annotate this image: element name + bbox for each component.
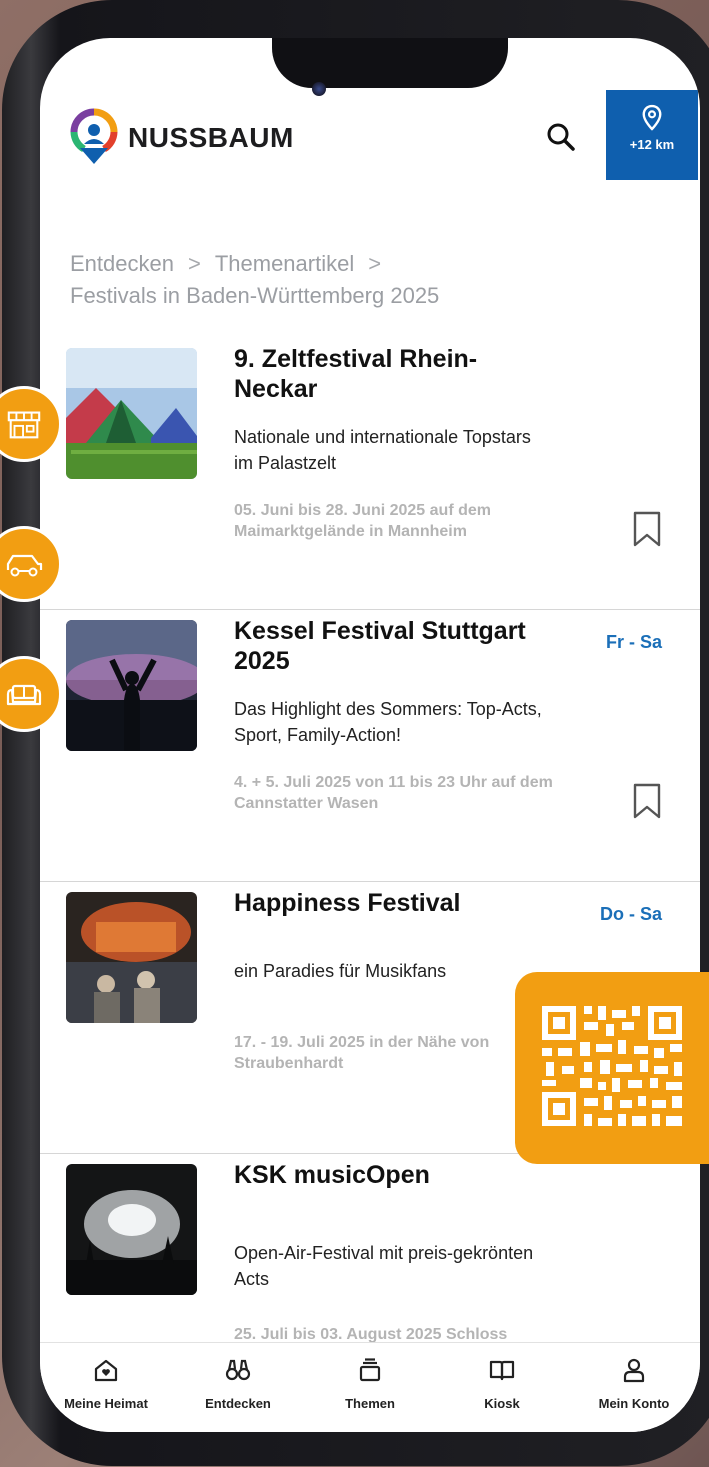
bookmark-button[interactable] xyxy=(632,510,662,548)
article-item[interactable]: Kessel Festival Stuttgart 2025 Fr - Sa D… xyxy=(40,610,700,882)
breadcrumb: Entdecken > Themenartikel > Festivals in Ba… xyxy=(70,248,630,312)
user-icon xyxy=(623,1358,645,1383)
article-description: Nationale und internationale Topstars im… xyxy=(234,427,531,473)
open-air-image xyxy=(66,1164,197,1295)
article-description: Das Highlight des Sommers: Top-Acts, Spo… xyxy=(234,699,542,745)
tab-label: Meine Heimat xyxy=(64,1396,148,1411)
tab-label: Mein Konto xyxy=(598,1396,670,1411)
tab-meine-heimat[interactable]: Meine Heimat xyxy=(40,1343,172,1432)
car-icon xyxy=(6,554,43,577)
article-description: Open-Air-Festival mit preis-gekrönten Ac… xyxy=(234,1243,534,1289)
article-title[interactable]: Kessel Festival Stuttgart 2025 xyxy=(234,616,534,676)
camera-lens xyxy=(312,82,326,96)
tab-themen[interactable]: Themen xyxy=(304,1343,436,1432)
article-list: 9. Zeltfestival Rhein-Neckar Nationale u… xyxy=(40,338,700,1425)
article-title[interactable]: KSK musicOpen xyxy=(234,1160,534,1190)
article-thumbnail[interactable] xyxy=(66,620,197,751)
tab-label: Kiosk xyxy=(484,1396,520,1411)
article-title[interactable]: 9. Zeltfestival Rhein-Neckar xyxy=(234,344,534,404)
location-radius-button[interactable]: +12 km xyxy=(606,90,698,180)
phone-frame: NUSSBAUM +12 km Entdecken > Themenartikel >… xyxy=(2,0,709,1466)
nussbaum-logo-icon xyxy=(70,108,118,164)
tent-image xyxy=(66,348,197,479)
breadcrumb-item-current: Festivals in Baden-Württemberg 2025 xyxy=(70,283,440,308)
phone-notch xyxy=(272,38,508,88)
breadcrumb-separator: > xyxy=(187,251,201,276)
binoculars-icon xyxy=(225,1359,251,1381)
article-meta: 05. Juni bis 28. Juni 2025 auf dem Maima… xyxy=(234,502,491,540)
breadcrumb-separator: > xyxy=(368,251,382,276)
article-thumbnail[interactable] xyxy=(66,348,197,479)
article-title[interactable]: Happiness Festival xyxy=(234,888,534,918)
article-meta: 4. + 5. Juli 2025 von 11 bis 23 Uhr auf … xyxy=(234,774,553,812)
brand-logo[interactable]: NUSSBAUM xyxy=(70,108,294,168)
article-description: ein Paradies für Musikfans xyxy=(234,961,447,981)
sofa-icon xyxy=(6,684,42,706)
tab-entdecken[interactable]: Entdecken xyxy=(172,1343,304,1432)
bookmark-icon xyxy=(633,511,661,547)
brand-name: NUSSBAUM xyxy=(128,122,294,153)
qr-code-icon xyxy=(542,1006,682,1126)
bottom-tab-bar: Meine Heimat Entdecken Themen Kiosk Mein… xyxy=(40,1342,700,1432)
search-button[interactable] xyxy=(544,120,578,154)
concert-crowd-image xyxy=(66,620,197,751)
app-screen: NUSSBAUM +12 km Entdecken > Themenartikel >… xyxy=(40,38,700,1432)
tab-label: Themen xyxy=(345,1396,395,1411)
home-heart-icon xyxy=(94,1359,118,1382)
article-thumbnail[interactable] xyxy=(66,892,197,1023)
bookmark-button[interactable] xyxy=(632,782,662,820)
search-icon xyxy=(547,123,575,151)
layers-icon xyxy=(359,1358,381,1382)
article-item[interactable]: 9. Zeltfestival Rhein-Neckar Nationale u… xyxy=(40,338,700,610)
article-days: Do - Sa xyxy=(599,904,662,924)
qr-code-panel[interactable] xyxy=(515,972,709,1164)
location-radius-label: +12 km xyxy=(629,137,675,152)
tab-label: Entdecken xyxy=(205,1396,271,1411)
breadcrumb-item-themenartikel[interactable]: Themenartikel xyxy=(215,251,354,276)
tab-mein-konto[interactable]: Mein Konto xyxy=(568,1343,700,1432)
breadcrumb-item-entdecken[interactable]: Entdecken xyxy=(70,251,174,276)
article-thumbnail[interactable] xyxy=(66,1164,197,1295)
book-icon xyxy=(489,1360,515,1381)
map-pin-icon xyxy=(642,104,662,131)
article-days: Fr - Sa xyxy=(605,632,662,652)
bookmark-icon xyxy=(633,783,661,819)
stage-image xyxy=(66,892,197,1023)
storefront-icon xyxy=(7,411,41,439)
tab-kiosk[interactable]: Kiosk xyxy=(436,1343,568,1432)
